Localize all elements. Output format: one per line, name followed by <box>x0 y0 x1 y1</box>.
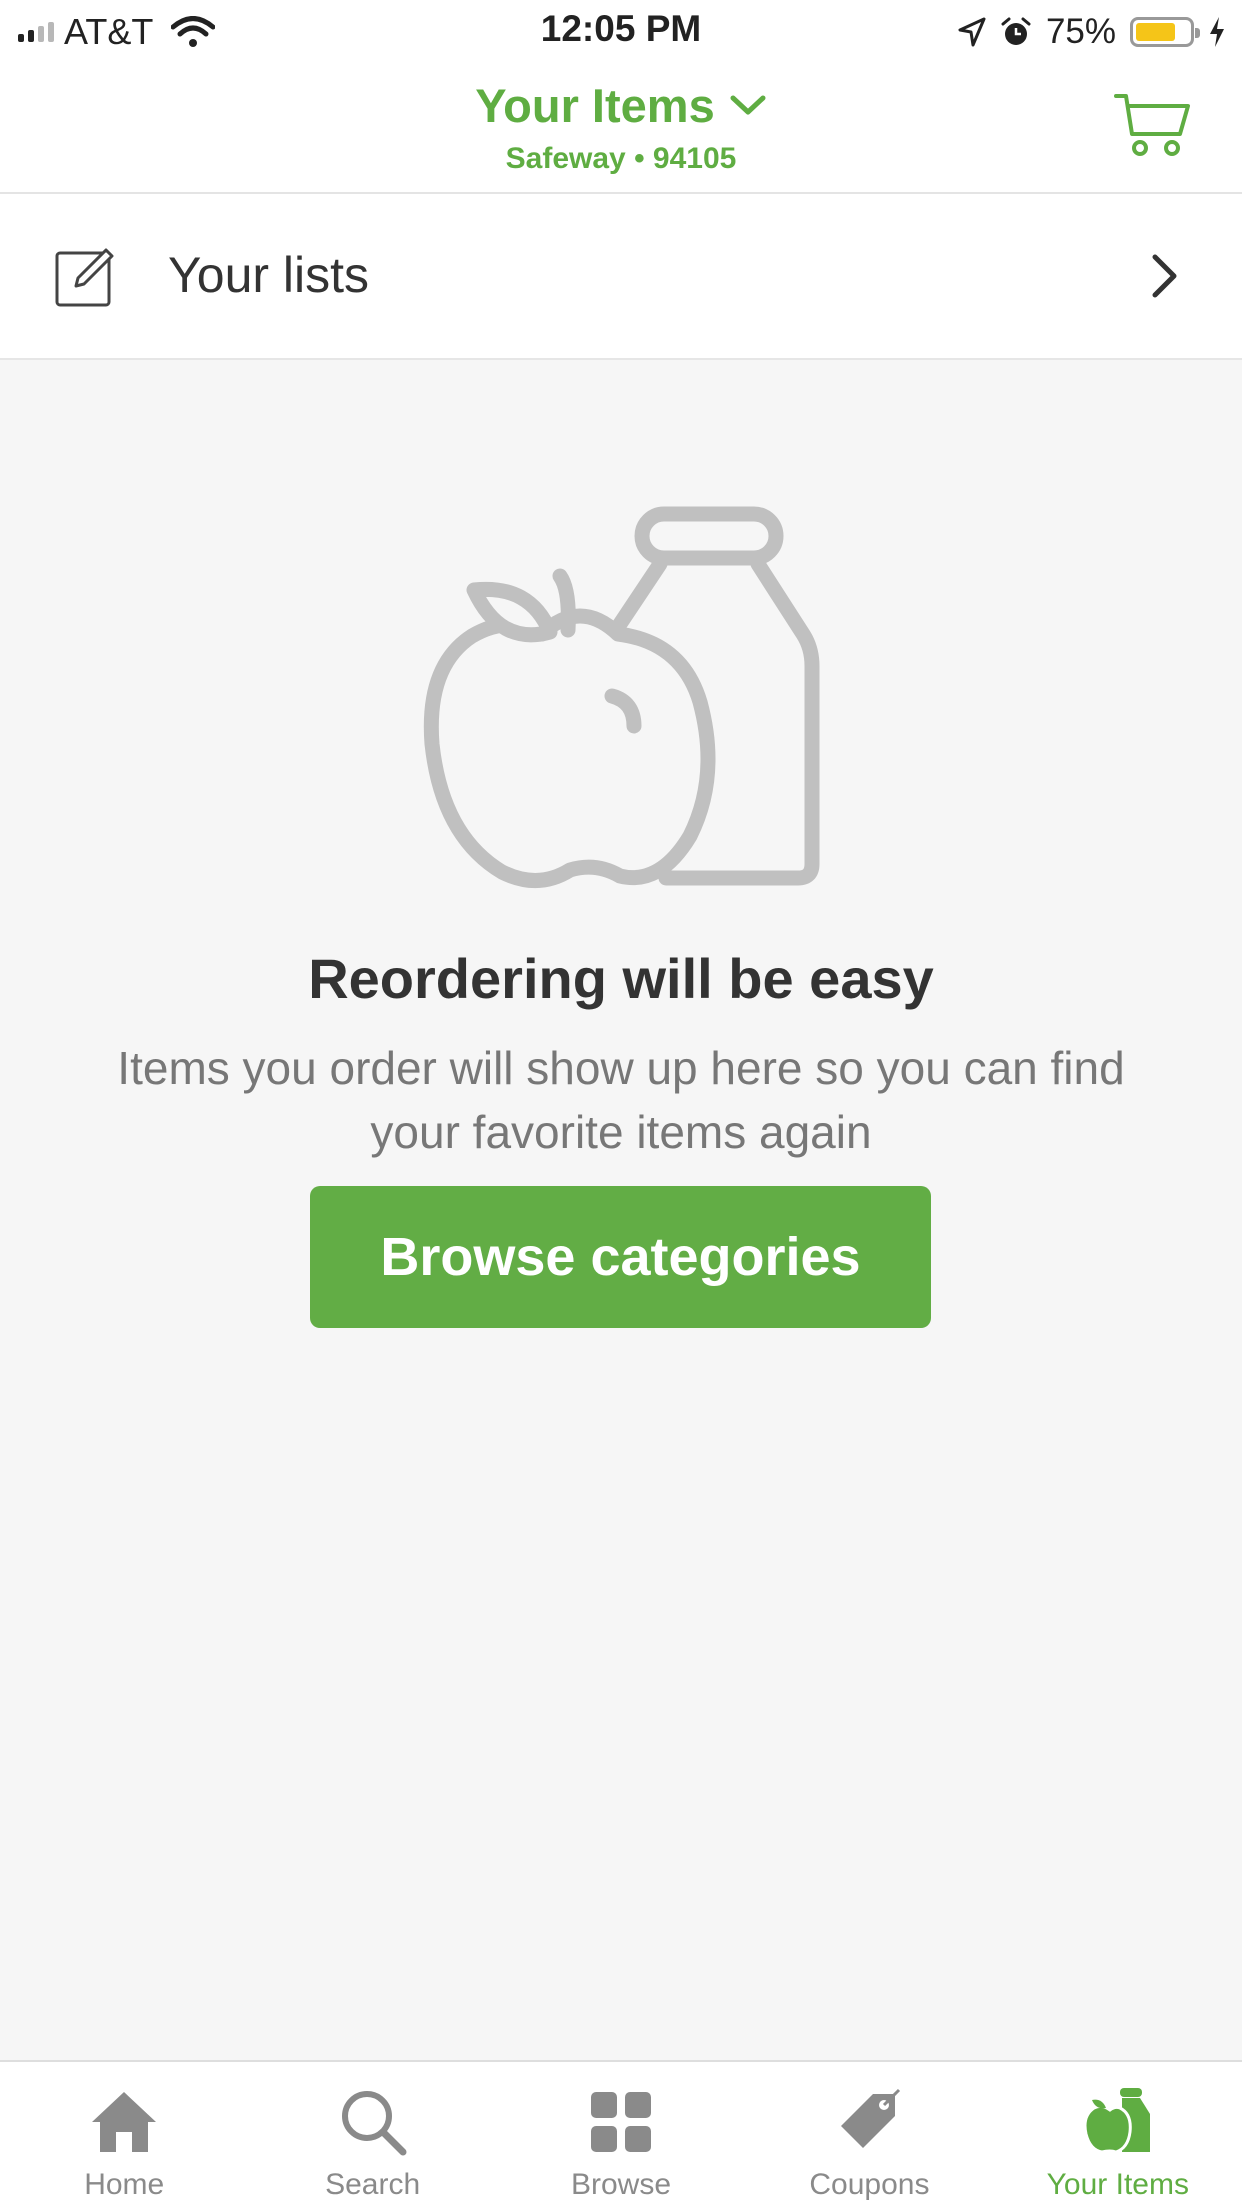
store-selector[interactable]: Your Items <box>0 78 1242 133</box>
tab-browse[interactable]: Browse <box>497 2062 745 2210</box>
edit-list-icon <box>55 248 114 307</box>
status-right: 75% <box>958 10 1226 54</box>
alarm-icon <box>1001 17 1031 45</box>
tab-search[interactable]: Search <box>248 2062 496 2210</box>
empty-state-title: Reordering will be easy <box>308 947 934 1010</box>
status-bar: AT&T 12:05 PM 75% <box>0 0 1242 62</box>
empty-state-message: Items you order will show up here so you… <box>117 1042 1125 1158</box>
tab-label: Home <box>84 2168 165 2201</box>
tab-label: Coupons <box>809 2168 930 2201</box>
page-title: Your Items <box>475 79 715 132</box>
app-header: Your Items Safeway • 94105 <box>0 62 1242 194</box>
page-title-button[interactable]: Your Items <box>475 78 766 133</box>
tab-bar: Home Search Browse Coupons Your Items <box>0 2060 1242 2210</box>
search-icon <box>341 2091 407 2156</box>
cart-icon[interactable] <box>1114 90 1192 160</box>
battery-level-fill <box>1136 23 1175 41</box>
tab-home[interactable]: Home <box>0 2062 248 2210</box>
home-icon <box>92 2092 157 2152</box>
chevron-down-icon <box>730 95 766 114</box>
location-icon <box>958 17 986 47</box>
your-lists-label: Your lists <box>168 247 370 303</box>
store-subtitle: Safeway • 94105 <box>505 142 737 175</box>
tab-label: Your Items <box>1046 2168 1189 2201</box>
battery-icon <box>1130 17 1200 47</box>
charging-icon <box>1210 17 1224 47</box>
browse-categories-button[interactable]: Browse categories <box>310 1186 931 1328</box>
chevron-right-icon <box>1152 254 1177 298</box>
tab-label: Search <box>325 2168 421 2201</box>
tag-icon <box>841 2088 901 2148</box>
tab-coupons[interactable]: Coupons <box>745 2062 993 2210</box>
apple-bottle-icon <box>1083 2088 1150 2154</box>
your-lists-row[interactable]: Your lists <box>0 194 1242 360</box>
battery-percent: 75% <box>1045 12 1116 51</box>
apple-and-bottle-icon <box>423 506 820 888</box>
grid-icon <box>591 2092 652 2152</box>
tab-your-items[interactable]: Your Items <box>994 2062 1242 2210</box>
tab-label: Browse <box>570 2168 672 2201</box>
